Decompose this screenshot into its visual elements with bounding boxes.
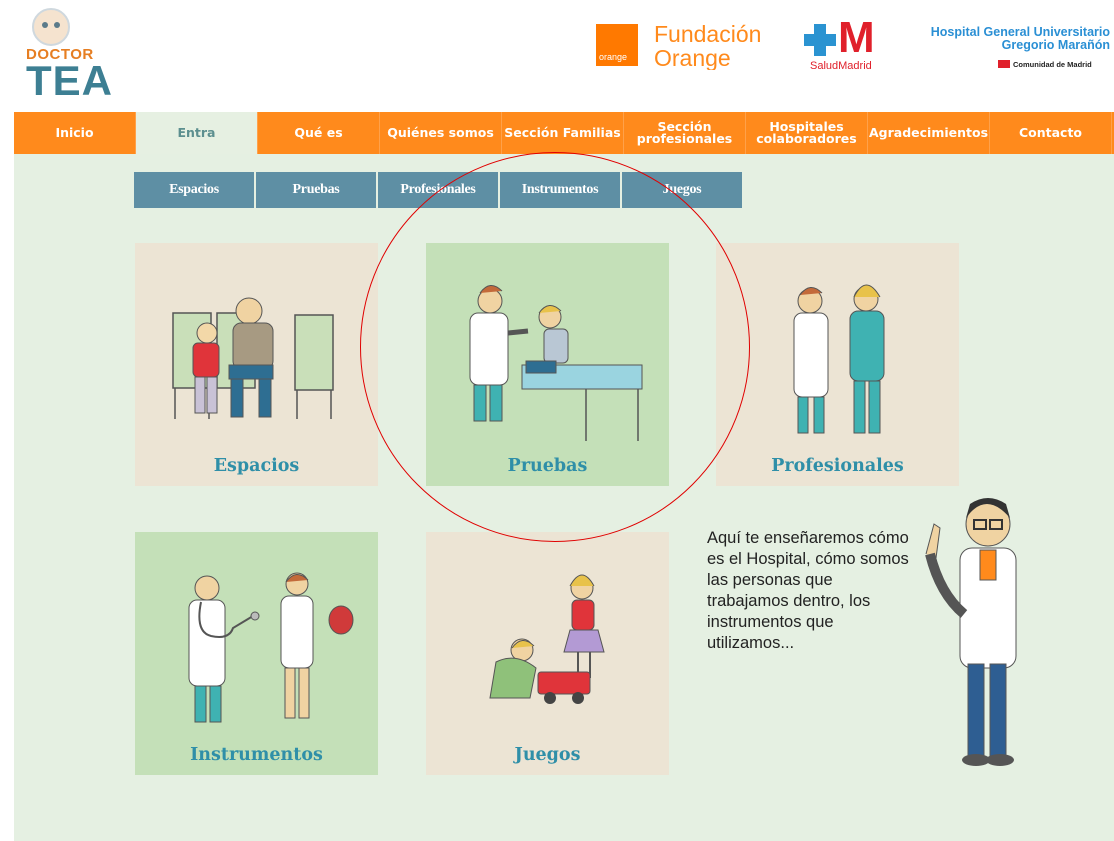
card-instrumentos[interactable]: Instrumentos — [135, 532, 378, 775]
doctor-face-icon — [32, 8, 70, 46]
svg-text:Orange: Orange — [654, 45, 731, 70]
waiting-room-illustration — [172, 297, 334, 419]
card-juegos[interactable]: Juegos — [426, 532, 669, 775]
intro-text: Aquí te enseñaremos cómo es el Hospital,… — [707, 529, 909, 652]
orange-logo[interactable]: orange — [596, 24, 638, 66]
card-instrumentos-label: Instrumentos — [190, 745, 323, 765]
nav-entra[interactable]: Entra — [136, 112, 258, 154]
medical-exam-illustration — [469, 285, 643, 441]
fundacion-orange-wordmark: Fundación Orange — [654, 21, 761, 71]
card-pruebas-label: Pruebas — [507, 456, 588, 476]
card-espacios[interactable]: Espacios — [135, 243, 378, 486]
comunidad-madrid-label: Comunidad de Madrid — [998, 60, 1092, 69]
medical-cross-icon — [804, 24, 836, 56]
doctor-mascot-illustration — [916, 494, 1036, 774]
nav-seccion-profesionales[interactable]: Sección profesionales — [624, 112, 746, 154]
stethoscope-illustration — [188, 572, 354, 723]
logo-word-tea: TEA — [26, 57, 113, 104]
salud-madrid-logo[interactable]: M SaludMadrid — [804, 16, 890, 74]
subnav-espacios[interactable]: Espacios — [134, 172, 254, 208]
nav-seccion-familias[interactable]: Sección Familias — [502, 112, 624, 154]
nav-inicio[interactable]: Inicio — [14, 112, 136, 154]
nav-contacto[interactable]: Contacto — [990, 112, 1112, 154]
site-header: DOCTOR TEA orange Fundación Orange M Sal… — [0, 0, 1114, 112]
sub-nav: Espacios Pruebas Profesionales Instrumen… — [134, 172, 744, 208]
doctor-tea-logo[interactable]: DOCTOR TEA — [22, 6, 122, 102]
nav-que-es[interactable]: Qué es — [258, 112, 380, 154]
salud-madrid-label: SaludMadrid — [810, 60, 872, 72]
nav-agradecimientos[interactable]: Agradecimientos — [868, 112, 990, 154]
doctor-waving-icon — [925, 498, 1017, 766]
subnav-juegos[interactable]: Juegos — [622, 172, 742, 208]
card-espacios-label: Espacios — [213, 456, 300, 476]
card-profesionales[interactable]: Profesionales — [716, 243, 959, 486]
nav-hospitales-colaboradores[interactable]: Hospitales colaboradores — [746, 112, 868, 154]
main-nav: Inicio Entra Qué es Quiénes somos Secció… — [14, 112, 1114, 154]
fundacion-orange-text: Fundación Orange — [654, 21, 784, 74]
nav-quienes-somos[interactable]: Quiénes somos — [380, 112, 502, 154]
madrid-m-icon: M — [838, 13, 875, 62]
subnav-pruebas[interactable]: Pruebas — [256, 172, 376, 208]
orange-logo-label: orange — [599, 52, 628, 62]
svg-text:Fundación: Fundación — [654, 22, 761, 47]
card-juegos-label: Juegos — [514, 745, 581, 765]
doctor-nurse-illustration — [793, 284, 885, 434]
subnav-instrumentos[interactable]: Instrumentos — [500, 172, 620, 208]
subnav-profesionales[interactable]: Profesionales — [378, 172, 498, 208]
hospital-name[interactable]: Hospital General Universitario Gregorio … — [896, 26, 1110, 52]
children-playing-illustration — [489, 574, 605, 704]
card-pruebas[interactable]: Pruebas — [426, 243, 669, 486]
card-profesionales-label: Profesionales — [771, 456, 904, 476]
